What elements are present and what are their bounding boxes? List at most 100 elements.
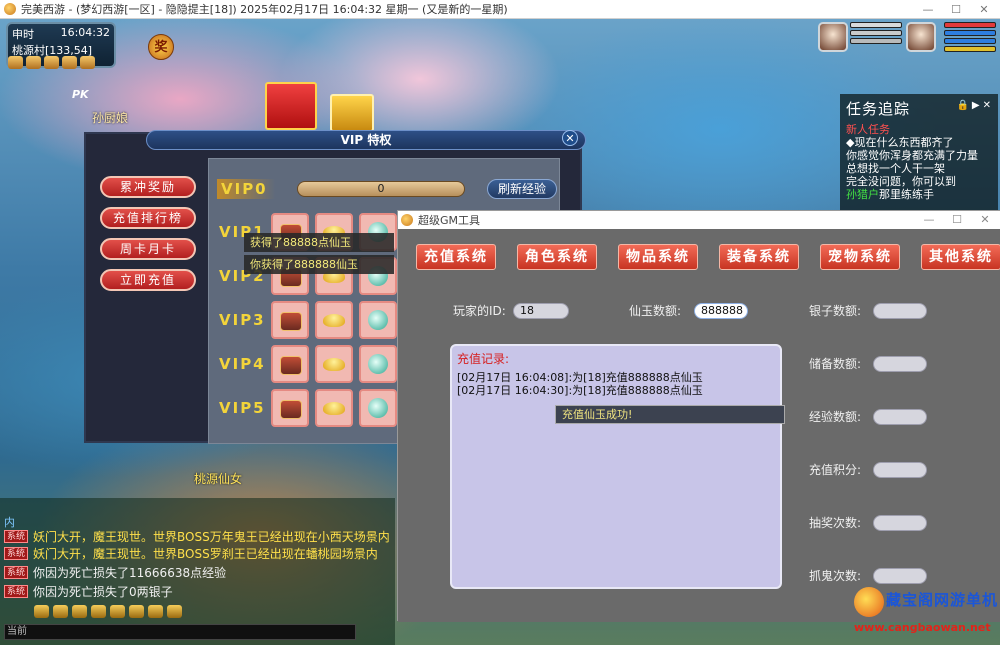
quest-task-name[interactable]: 新人任务	[846, 123, 992, 136]
gm-minimize-button[interactable]: —	[916, 211, 942, 229]
maximize-button[interactable]: ☐	[942, 0, 970, 19]
clock-time: 16:04:32	[60, 26, 110, 39]
equipment-system-tab[interactable]: 装备系统	[719, 244, 799, 270]
silver-input[interactable]	[873, 303, 927, 319]
arrow-left-icon[interactable]	[34, 605, 49, 618]
lottery-label: 抽奖次数:	[809, 516, 862, 530]
xianyu-input[interactable]: 888888	[694, 303, 748, 319]
vip-row-label: VIP4	[219, 355, 266, 373]
watermark-url: www.cangbaowan.net	[854, 621, 991, 634]
chat-text: 妖门大开，魔王现世。世界BOSS罗刹王已经出现在蟠桃园场景内	[33, 547, 378, 561]
chat-box: 内 系统 妖门大开，魔王现世。世界BOSS万年鬼王已经出现在小西天场景内 系统 …	[0, 498, 395, 645]
chest-item-icon[interactable]	[271, 345, 309, 383]
recharge-system-tab[interactable]: 充值系统	[416, 244, 496, 270]
jade-item-icon[interactable]	[359, 301, 397, 339]
watermark-logo-icon	[854, 587, 884, 617]
gm-close-button[interactable]: ✕	[972, 211, 998, 229]
clear-icon[interactable]	[167, 605, 182, 618]
refresh-exp-button[interactable]: 刷新经验	[487, 179, 557, 199]
ingot-item-icon[interactable]	[315, 345, 353, 383]
reward-icon[interactable]: 奖	[148, 34, 174, 60]
ingot-item-icon[interactable]	[315, 389, 353, 427]
app-icon	[4, 3, 16, 15]
map-icon[interactable]	[8, 56, 23, 69]
lock-icon[interactable]	[148, 605, 163, 618]
npc-name[interactable]: 孙厨娘	[92, 109, 128, 126]
friend-icon[interactable]	[62, 56, 77, 69]
role-system-tab[interactable]: 角色系统	[517, 244, 597, 270]
emote-icon[interactable]	[91, 605, 106, 618]
watermark-text: 藏宝阁网游单机	[886, 591, 999, 609]
chest-item-icon[interactable]	[271, 301, 309, 339]
reward-toast: 获得了88888点仙玉	[244, 233, 394, 252]
player-status-bars	[944, 22, 996, 54]
recharge-log-title: 充值记录:	[457, 352, 510, 366]
player-portrait[interactable]	[906, 22, 936, 52]
arrow-up-icon[interactable]	[53, 605, 68, 618]
player-id-input[interactable]: 18	[513, 303, 569, 319]
log-entry: [02月17日 16:04:30]:为[18]充值888888点仙玉	[457, 384, 703, 397]
system-tag: 系统	[4, 585, 29, 598]
exp-input[interactable]	[873, 409, 927, 425]
vip-progress-bar: 0	[297, 181, 465, 197]
other-system-tab[interactable]: 其他系统	[921, 244, 1000, 270]
system-tag: 系统	[4, 530, 29, 543]
arrow-down-icon[interactable]	[72, 605, 87, 618]
pet-status-bars	[850, 22, 902, 46]
minimize-button[interactable]: —	[914, 0, 942, 19]
lottery-input[interactable]	[873, 515, 927, 531]
exp-label: 经验数额:	[809, 410, 862, 424]
npc-name-2[interactable]: 桃源仙女	[194, 470, 242, 487]
pet-system-tab[interactable]: 宠物系统	[820, 244, 900, 270]
vip-row-label: VIP3	[219, 311, 266, 329]
close-button[interactable]: ✕	[970, 0, 998, 19]
quest-tail: 那里练练手	[879, 188, 934, 201]
gm-title: 超级GM工具	[418, 214, 481, 227]
vip-row-label: VIP5	[219, 399, 266, 417]
gift-box-icon	[330, 94, 374, 132]
quest-npc-link[interactable]: 孙猎户	[846, 188, 879, 201]
gm-body: 充值系统 角色系统 物品系统 装备系统 宠物系统 其他系统 玩家的ID: 18 …	[398, 229, 1000, 622]
chat-input[interactable]: 当前	[4, 624, 356, 640]
reward-toast: 你获得了888888仙玉	[244, 255, 394, 274]
bag-icon[interactable]	[26, 56, 41, 69]
chat-text: 妖门大开，魔王现世。世界BOSS万年鬼王已经出现在小西天场景内	[33, 530, 390, 544]
reserve-input[interactable]	[873, 356, 927, 372]
player-id-label: 玩家的ID:	[453, 304, 506, 318]
xianyu-label: 仙玉数额:	[629, 304, 682, 318]
recharge-log: 充值记录: [02月17日 16:04:08]:为[18]充值888888点仙玉…	[450, 344, 782, 589]
chat-message: 系统 妖门大开，魔王现世。世界BOSS万年鬼王已经出现在小西天场景内	[4, 528, 390, 545]
pk-icon[interactable]: PK	[72, 88, 89, 101]
gm-app-icon	[401, 214, 413, 226]
pet-portrait[interactable]	[818, 22, 848, 52]
cumulative-reward-button[interactable]: 累冲奖励	[100, 176, 196, 198]
calendar-icon[interactable]	[80, 56, 95, 69]
team-icon[interactable]	[44, 56, 59, 69]
settings-icon[interactable]	[129, 605, 144, 618]
recharge-rank-button[interactable]: 充值排行榜	[100, 207, 196, 229]
search-icon[interactable]	[110, 605, 125, 618]
chat-toolbar	[34, 605, 182, 618]
quest-controls[interactable]: 🔒▶✕	[956, 100, 994, 111]
quest-line: 总想找一个人干一架	[846, 162, 945, 175]
jade-item-icon[interactable]	[359, 345, 397, 383]
system-tag: 系统	[4, 547, 29, 560]
ingot-item-icon[interactable]	[315, 301, 353, 339]
quest-line: ◆现在什么东西都齐了	[846, 136, 954, 149]
chat-message: 系统 你因为死亡损失了0两银子	[4, 583, 173, 600]
gm-maximize-button[interactable]: ☐	[944, 211, 970, 229]
window-title: 完美西游 - (梦幻西游[一区] - 隐隐提主[18]) 2025年02月17日…	[21, 3, 508, 16]
recharge-points-input[interactable]	[873, 462, 927, 478]
item-system-tab[interactable]: 物品系统	[618, 244, 698, 270]
weekly-monthly-card-button[interactable]: 周卡月卡	[100, 238, 196, 260]
chest-item-icon[interactable]	[271, 389, 309, 427]
gift-box-icon	[265, 82, 317, 130]
ghost-catch-input[interactable]	[873, 568, 927, 584]
silver-label: 银子数额:	[809, 304, 862, 318]
recharge-now-button[interactable]: 立即充值	[100, 269, 196, 291]
hud-icons	[8, 56, 95, 69]
jade-item-icon[interactable]	[359, 389, 397, 427]
system-tag: 系统	[4, 566, 29, 579]
vip-close-icon[interactable]: ✕	[562, 130, 578, 146]
quest-line: 你感觉你浑身都充满了力量	[846, 149, 978, 162]
